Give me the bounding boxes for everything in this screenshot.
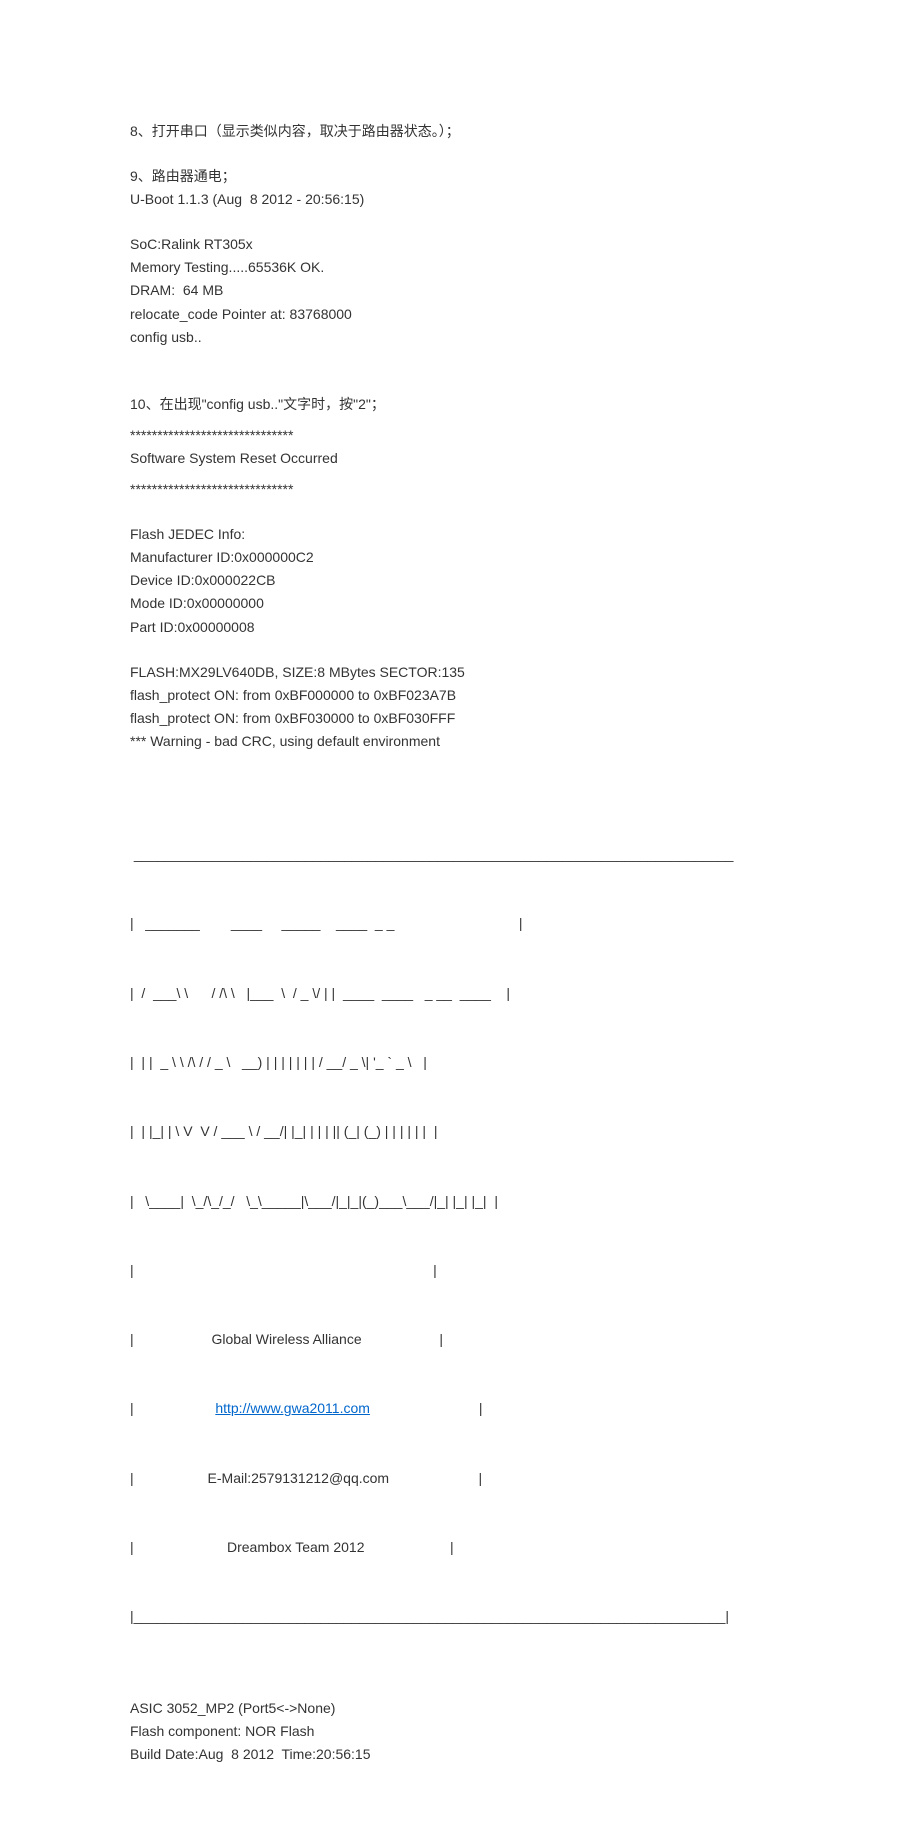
document-page: 8、打开串口（显示类似内容，取决于路由器状态。）； 9、路由器通电； U-Boo…	[0, 0, 920, 1826]
text-line: DRAM: 64 MB	[130, 279, 790, 302]
text-line: flash_protect ON: from 0xBF030000 to 0xB…	[130, 707, 790, 730]
ascii-line: | Dreambox Team 2012 |	[130, 1536, 790, 1559]
ascii-line: | | | _ \ \ /\ / / _ \ __) | | | | | | |…	[130, 1051, 790, 1074]
text-line: U-Boot 1.1.3 (Aug 8 2012 - 20:56:15)	[130, 188, 790, 211]
text-line: relocate_code Pointer at: 83768000	[130, 303, 790, 326]
text-line: Software System Reset Occurred	[130, 447, 790, 470]
text-line: ******************************	[130, 478, 790, 501]
ascii-line: ________________________________________…	[130, 843, 790, 866]
ascii-banner: ________________________________________…	[130, 797, 790, 1675]
ascii-line: | Global Wireless Alliance |	[130, 1328, 790, 1351]
text-line: 8、打开串口（显示类似内容，取决于路由器状态。）；	[130, 120, 790, 143]
text-line: Device ID:0x000022CB	[130, 569, 790, 592]
ascii-line: | \____| \_/\_/_/ \_\_____|\___/|_|_|(_)…	[130, 1190, 790, 1213]
text-line: Manufacturer ID:0x000000C2	[130, 546, 790, 569]
text-line: ASIC 3052_MP2 (Port5<->None)	[130, 1697, 790, 1720]
text-line: Build Date:Aug 8 2012 Time:20:56:15	[130, 1743, 790, 1766]
text-line: ******************************	[130, 424, 790, 447]
text-line: 9、路由器通电；	[130, 165, 790, 188]
ascii-line: | _______ ____ _____ ____ _ _ |	[130, 912, 790, 935]
website-link[interactable]: http://www.gwa2011.com	[215, 1400, 370, 1416]
ascii-line: | |	[130, 1259, 790, 1282]
text-line: config usb..	[130, 326, 790, 349]
ascii-line: | / ___\ \ / /\ \ |___ \ / _ \/ | | ____…	[130, 982, 790, 1005]
ascii-line: | E-Mail:2579131212@qq.com |	[130, 1467, 790, 1490]
text-line: Flash JEDEC Info:	[130, 523, 790, 546]
text-line: *** Warning - bad CRC, using default env…	[130, 730, 790, 753]
text-line: FLASH:MX29LV640DB, SIZE:8 MBytes SECTOR:…	[130, 661, 790, 684]
text-line: Part ID:0x00000008	[130, 616, 790, 639]
text-line: flash_protect ON: from 0xBF000000 to 0xB…	[130, 684, 790, 707]
text-line: 10、在出现"config usb.."文字时，按"2"；	[130, 393, 790, 416]
ascii-line: |_______________________________________…	[130, 1605, 790, 1628]
text-line: SoC:Ralink RT305x	[130, 233, 790, 256]
text-line: Flash component: NOR Flash	[130, 1720, 790, 1743]
text-line: Mode ID:0x00000000	[130, 592, 790, 615]
ascii-line: | http://www.gwa2011.com |	[130, 1397, 790, 1420]
ascii-line: | | |_| | \ V V / ___ \ / __/| |_| | | |…	[130, 1120, 790, 1143]
text-line: Memory Testing.....65536K OK.	[130, 256, 790, 279]
